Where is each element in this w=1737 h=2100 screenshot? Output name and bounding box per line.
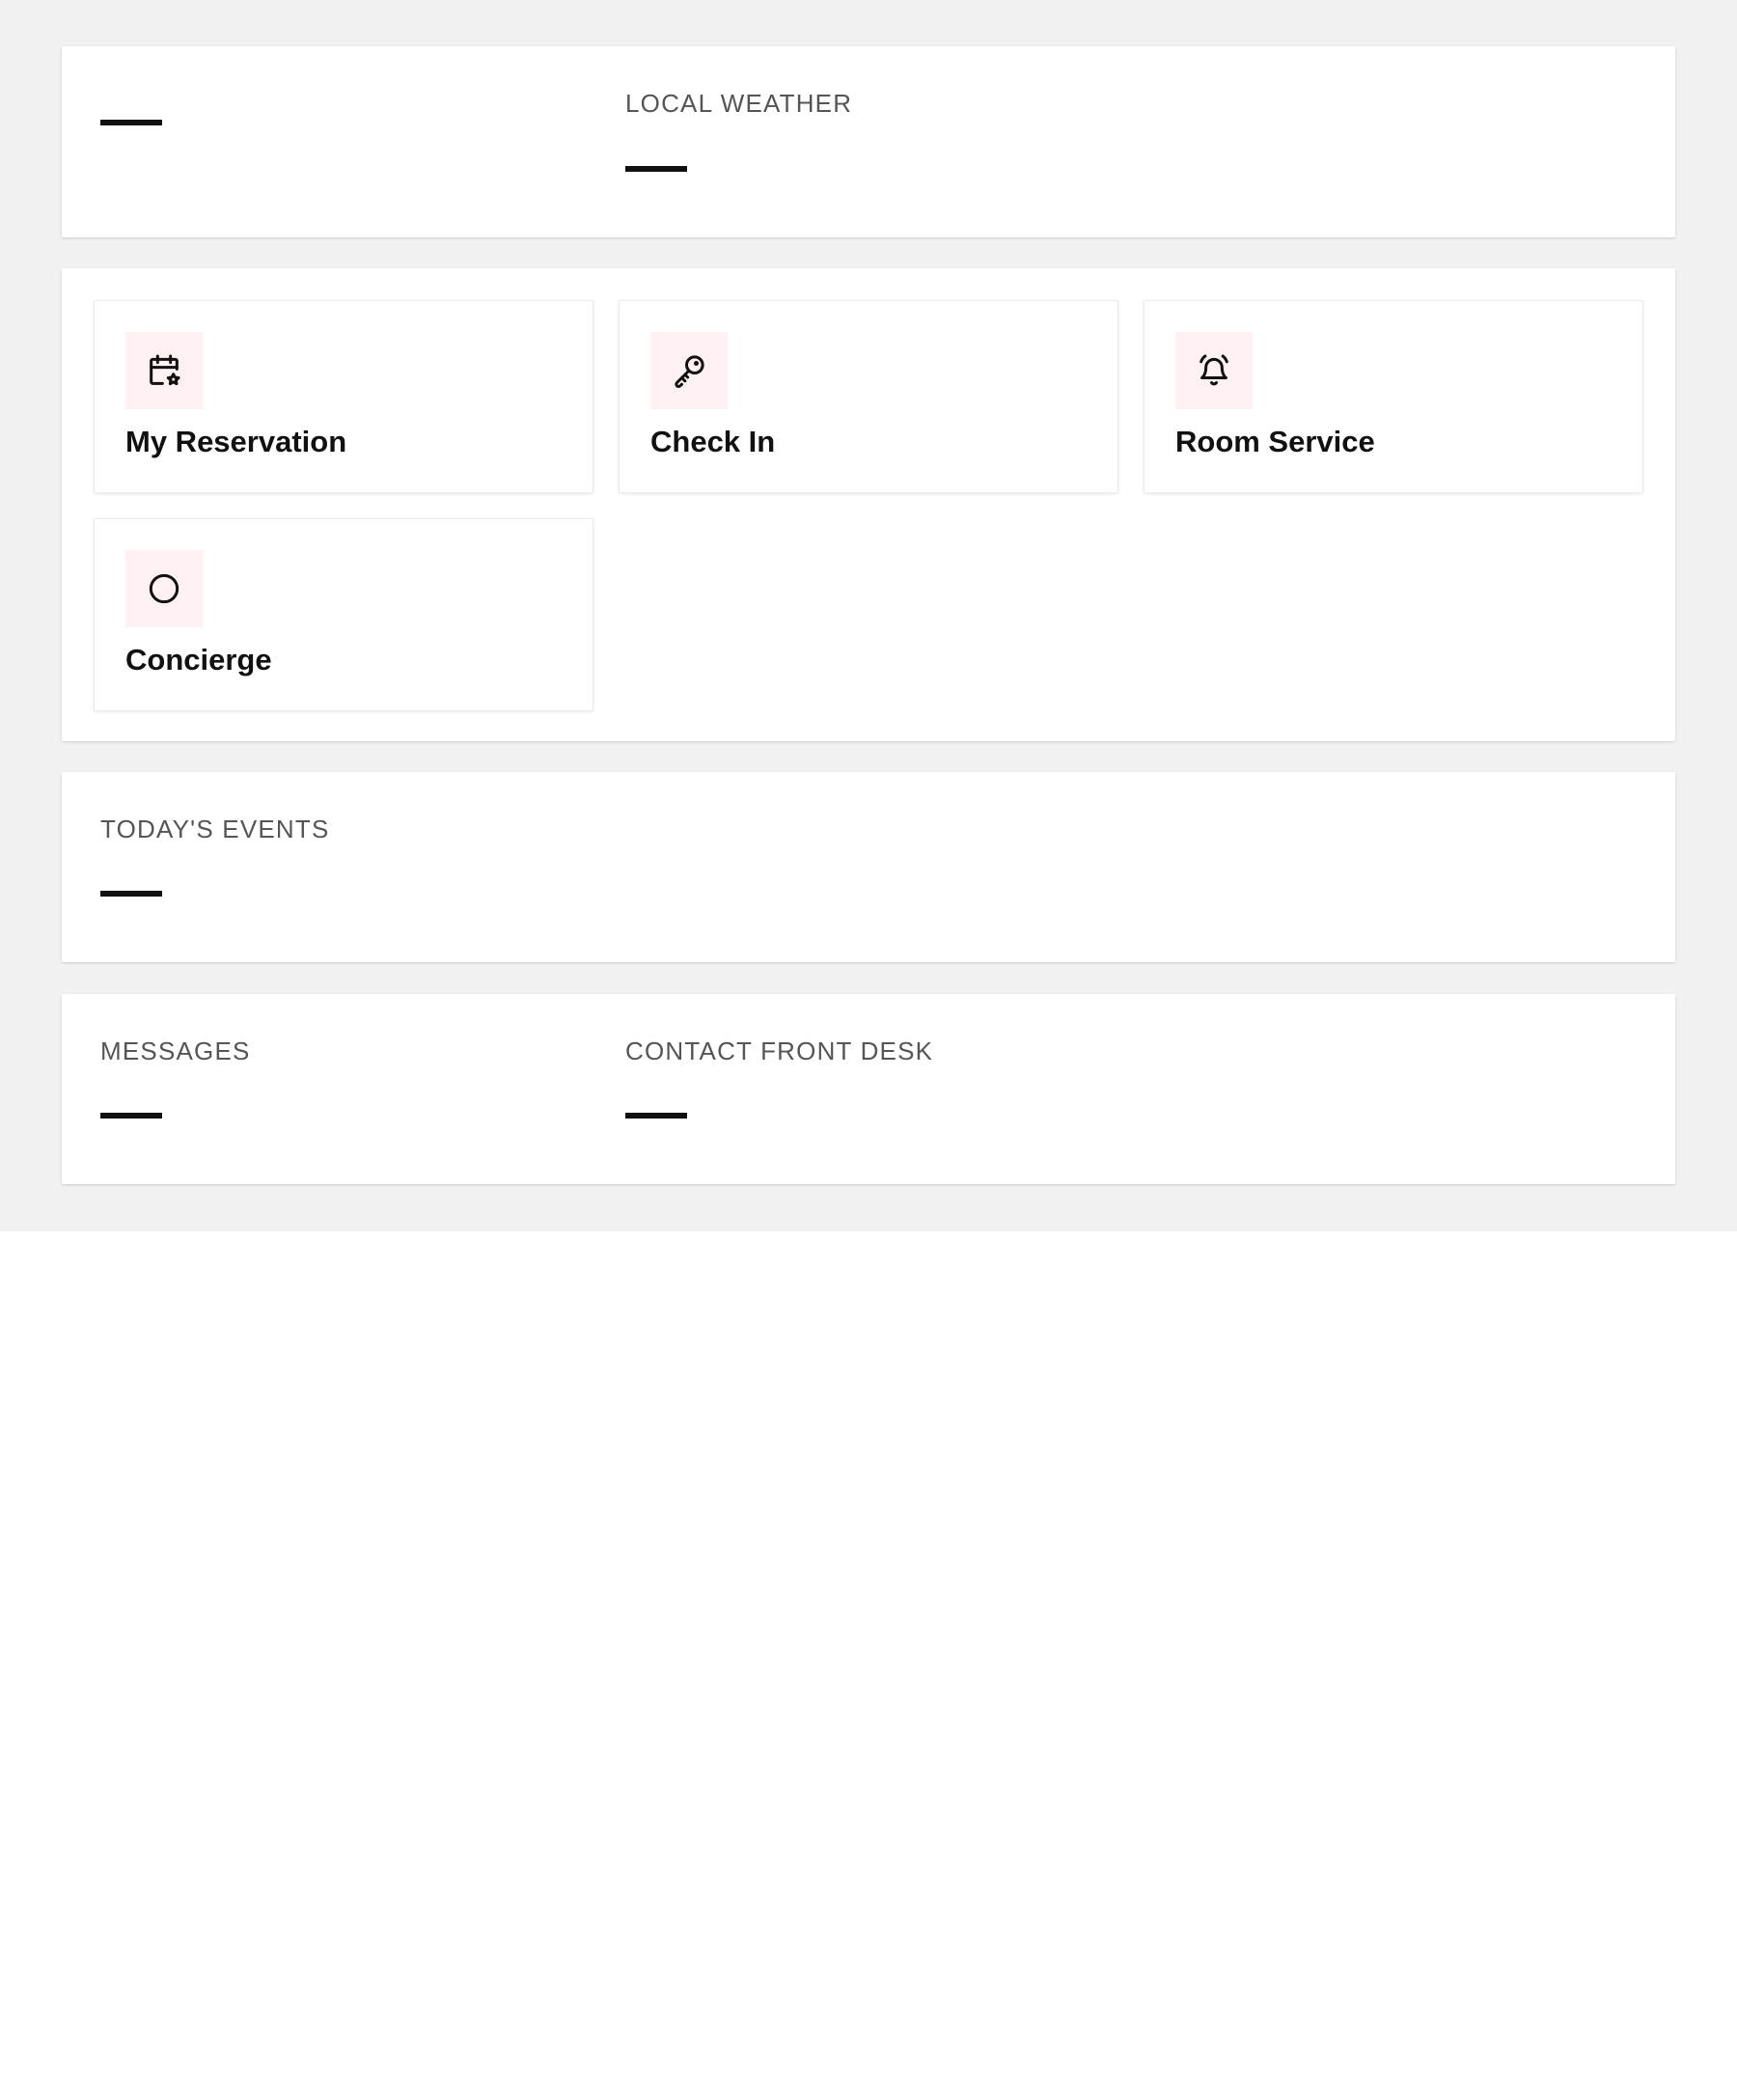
check-in-label: Check In bbox=[650, 425, 776, 458]
my-reservation-label: My Reservation bbox=[125, 425, 347, 458]
events-value: — bbox=[100, 891, 162, 897]
events-panel: TODAY'S EVENTS — bbox=[62, 772, 1675, 962]
front-desk-value: — bbox=[625, 1113, 687, 1119]
key-icon bbox=[650, 332, 728, 409]
weather-label: LOCAL WEATHER bbox=[625, 89, 853, 118]
quick-actions-panel: My Reservation Check In Room Service Con… bbox=[62, 268, 1675, 741]
my-reservation-tile[interactable]: My Reservation bbox=[94, 300, 593, 493]
circle-icon bbox=[125, 550, 203, 627]
concierge-tile[interactable]: Concierge bbox=[94, 518, 593, 711]
messages-panel: MESSAGES — CONTACT FRONT DESK — bbox=[62, 994, 1675, 1184]
front-desk-label[interactable]: CONTACT FRONT DESK bbox=[625, 1036, 933, 1066]
room-service-label: Room Service bbox=[1175, 425, 1375, 458]
header-panel: — LOCAL WEATHER — bbox=[62, 46, 1675, 237]
messages-label: MESSAGES bbox=[100, 1036, 251, 1065]
check-in-tile[interactable]: Check In bbox=[619, 300, 1118, 493]
events-label: TODAY'S EVENTS bbox=[100, 815, 330, 843]
messages-value: — bbox=[100, 1113, 162, 1119]
calendar-star-icon bbox=[125, 332, 203, 409]
concierge-label: Concierge bbox=[125, 643, 272, 677]
bell-ringing-icon bbox=[1175, 332, 1253, 409]
primary-value: — bbox=[100, 120, 162, 125]
weather-value: — bbox=[625, 166, 687, 172]
room-service-tile[interactable]: Room Service bbox=[1144, 300, 1643, 493]
